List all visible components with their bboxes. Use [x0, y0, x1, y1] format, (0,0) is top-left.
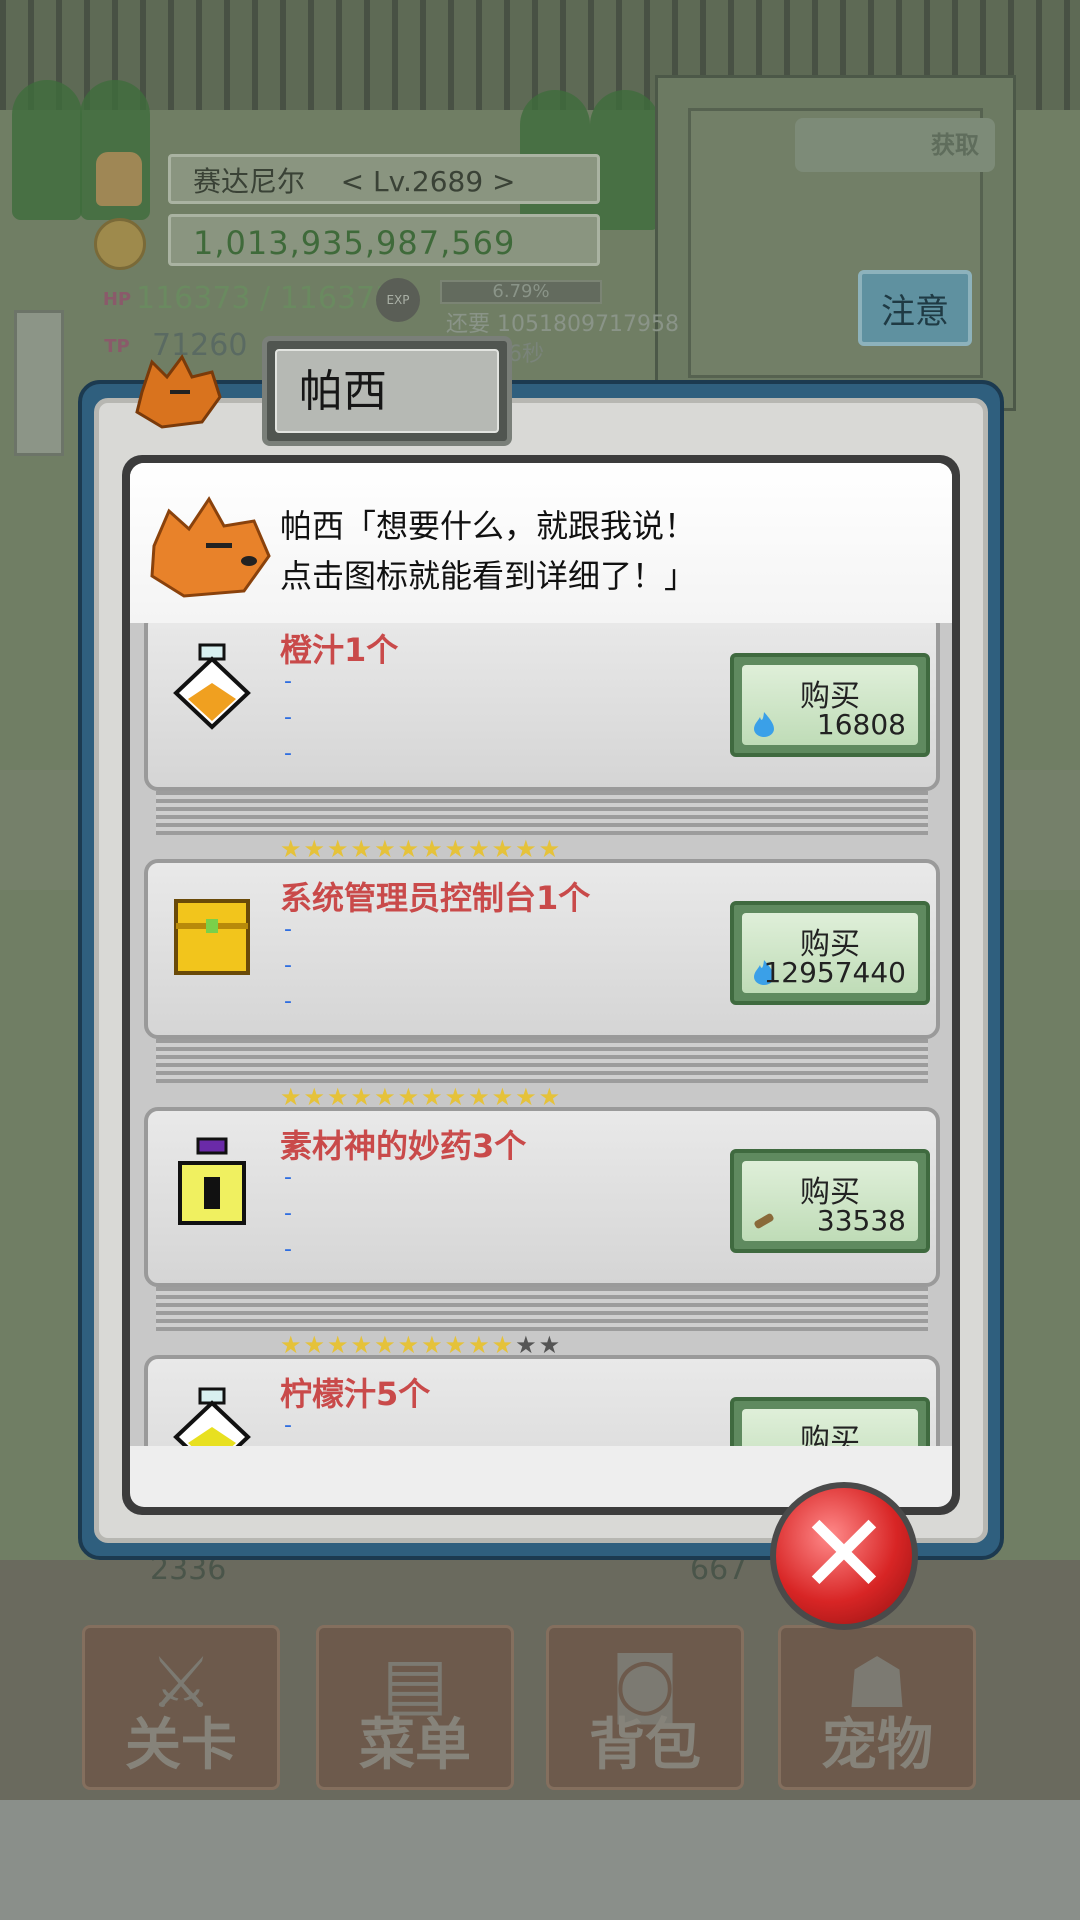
item-detail-dash: - — [284, 917, 292, 942]
speech-line-2: 点击图标就能看到详细了！」 — [280, 557, 697, 595]
item-rarity-stars: ★★★★★★★★★★★★ — [280, 1331, 563, 1359]
hp-value: 116373 / 116373 — [136, 281, 395, 316]
hp-heart-icon: HP — [102, 289, 132, 310]
close-button[interactable]: ✕ — [770, 1482, 918, 1630]
item-rarity-stars: ★★★★★★★★★★★★ — [280, 1083, 563, 1111]
shop-item: ★★★★★★★★★★★★ 系统管理员控制台1个 - - - 购买 1295744… — [144, 835, 940, 1083]
item-detail-dash: - — [284, 953, 292, 978]
tp-heart-icon: TP — [104, 336, 130, 357]
buy-button[interactable]: 购买 33538 — [730, 1149, 930, 1253]
shop-item: 橙汁1个 - - - 购买 16808 — [144, 623, 940, 835]
get-orb-button[interactable]: 获取 — [795, 118, 995, 172]
buy-button[interactable]: 购买 — [730, 1397, 930, 1446]
shop-list-panel: 帕西「想要什么，就跟我说！ 点击图标就能看到详细了！」 橙汁1个 - - - 购… — [122, 455, 960, 1515]
close-icon: ✕ — [797, 1490, 891, 1618]
buy-price: 33538 — [816, 1204, 906, 1237]
player-avatar[interactable] — [96, 152, 142, 206]
item-name: 系统管理员控制台1个 — [280, 879, 591, 917]
exp-bar: 6.79% — [440, 280, 602, 304]
nav-menu-label: 菜单 — [359, 1713, 471, 1778]
item-name: 柠檬汁5个 — [280, 1375, 431, 1413]
wolf-npc-icon — [150, 496, 271, 598]
exp-badge: EXP — [376, 278, 420, 322]
item-name: 素材神的妙药3个 — [280, 1127, 527, 1165]
player-name-box: 赛达尼尔 < Lv.2689 > — [168, 154, 600, 204]
item-rarity-stars: ★★★★★★★★★★★★ — [280, 835, 563, 863]
treasure-chest-icon[interactable] — [170, 889, 254, 979]
nav-stage-button[interactable]: ⚔ 关卡 — [82, 1625, 280, 1790]
buy-price: 16808 — [816, 708, 906, 741]
wood-currency-icon — [754, 1213, 774, 1229]
item-detail-dash: - — [284, 989, 292, 1014]
exp-remaining: 还要 1051809717958 — [446, 312, 679, 337]
shop-item-list[interactable]: 橙汁1个 - - - 购买 16808 ★★★★★★★★★★★★ 系统管理员控制… — [130, 623, 952, 1446]
buy-button[interactable]: 购买 12957440 — [730, 901, 930, 1005]
player-level: < Lv.2689 > — [340, 165, 516, 198]
flame-currency-icon — [754, 712, 774, 737]
item-name: 橙汁1个 — [280, 631, 399, 669]
item-detail-dash: - — [284, 1413, 292, 1438]
buy-button[interactable]: 购买 16808 — [730, 653, 930, 757]
nav-stage-label: 关卡 — [125, 1713, 237, 1778]
tree — [590, 90, 660, 230]
buy-label: 购买 — [800, 1423, 860, 1446]
bottom-nav: ⚔ 关卡 ▤ 菜单 ◙ 背包 ☗ 宠物 — [0, 1625, 1080, 1805]
nav-bag-button[interactable]: ◙ 背包 — [546, 1625, 744, 1790]
wolf-portrait-icon — [135, 354, 222, 429]
tree — [12, 80, 82, 220]
gold-amount: 1,013,935,987,569 — [168, 214, 600, 266]
dialog-title: 帕西 — [299, 366, 387, 417]
item-detail-dash: - — [284, 705, 292, 730]
player-name: 赛达尼尔 — [193, 165, 306, 198]
orange-juice-icon[interactable] — [170, 641, 254, 731]
speech-line-1: 帕西「想要什么，就跟我说！ — [280, 507, 697, 545]
lemon-juice-icon[interactable] — [170, 1385, 254, 1446]
tp-timer: 6秒 — [508, 342, 544, 367]
pillar — [14, 310, 64, 456]
item-detail-dash: - — [284, 1237, 292, 1262]
item-detail-dash: - — [284, 669, 292, 694]
shop-item: ★★★★★★★★★★★★ 素材神的妙药3个 - - - 购买 33538 — [144, 1083, 940, 1331]
shop-item: ★★★★★★★★★★★★ 柠檬汁5个 - 购买 — [144, 1331, 940, 1446]
gold-coin-icon — [94, 218, 146, 270]
nav-pet-label: 宠物 — [821, 1713, 933, 1778]
item-detail-dash: - — [284, 1201, 292, 1226]
npc-speech-box: 帕西「想要什么，就跟我说！ 点击图标就能看到详细了！」 — [130, 463, 952, 623]
nav-bag-label: 背包 — [589, 1713, 701, 1778]
notice-button[interactable]: 注意 — [858, 270, 972, 346]
nav-pet-button[interactable]: ☗ 宠物 — [778, 1625, 976, 1790]
potion-bottle-icon[interactable] — [170, 1137, 254, 1227]
item-detail-dash: - — [284, 741, 292, 766]
dialog-title-tab: 帕西 — [262, 336, 512, 446]
nav-menu-button[interactable]: ▤ 菜单 — [316, 1625, 514, 1790]
buy-price: 12957440 — [763, 956, 906, 989]
item-detail-dash: - — [284, 1165, 292, 1190]
